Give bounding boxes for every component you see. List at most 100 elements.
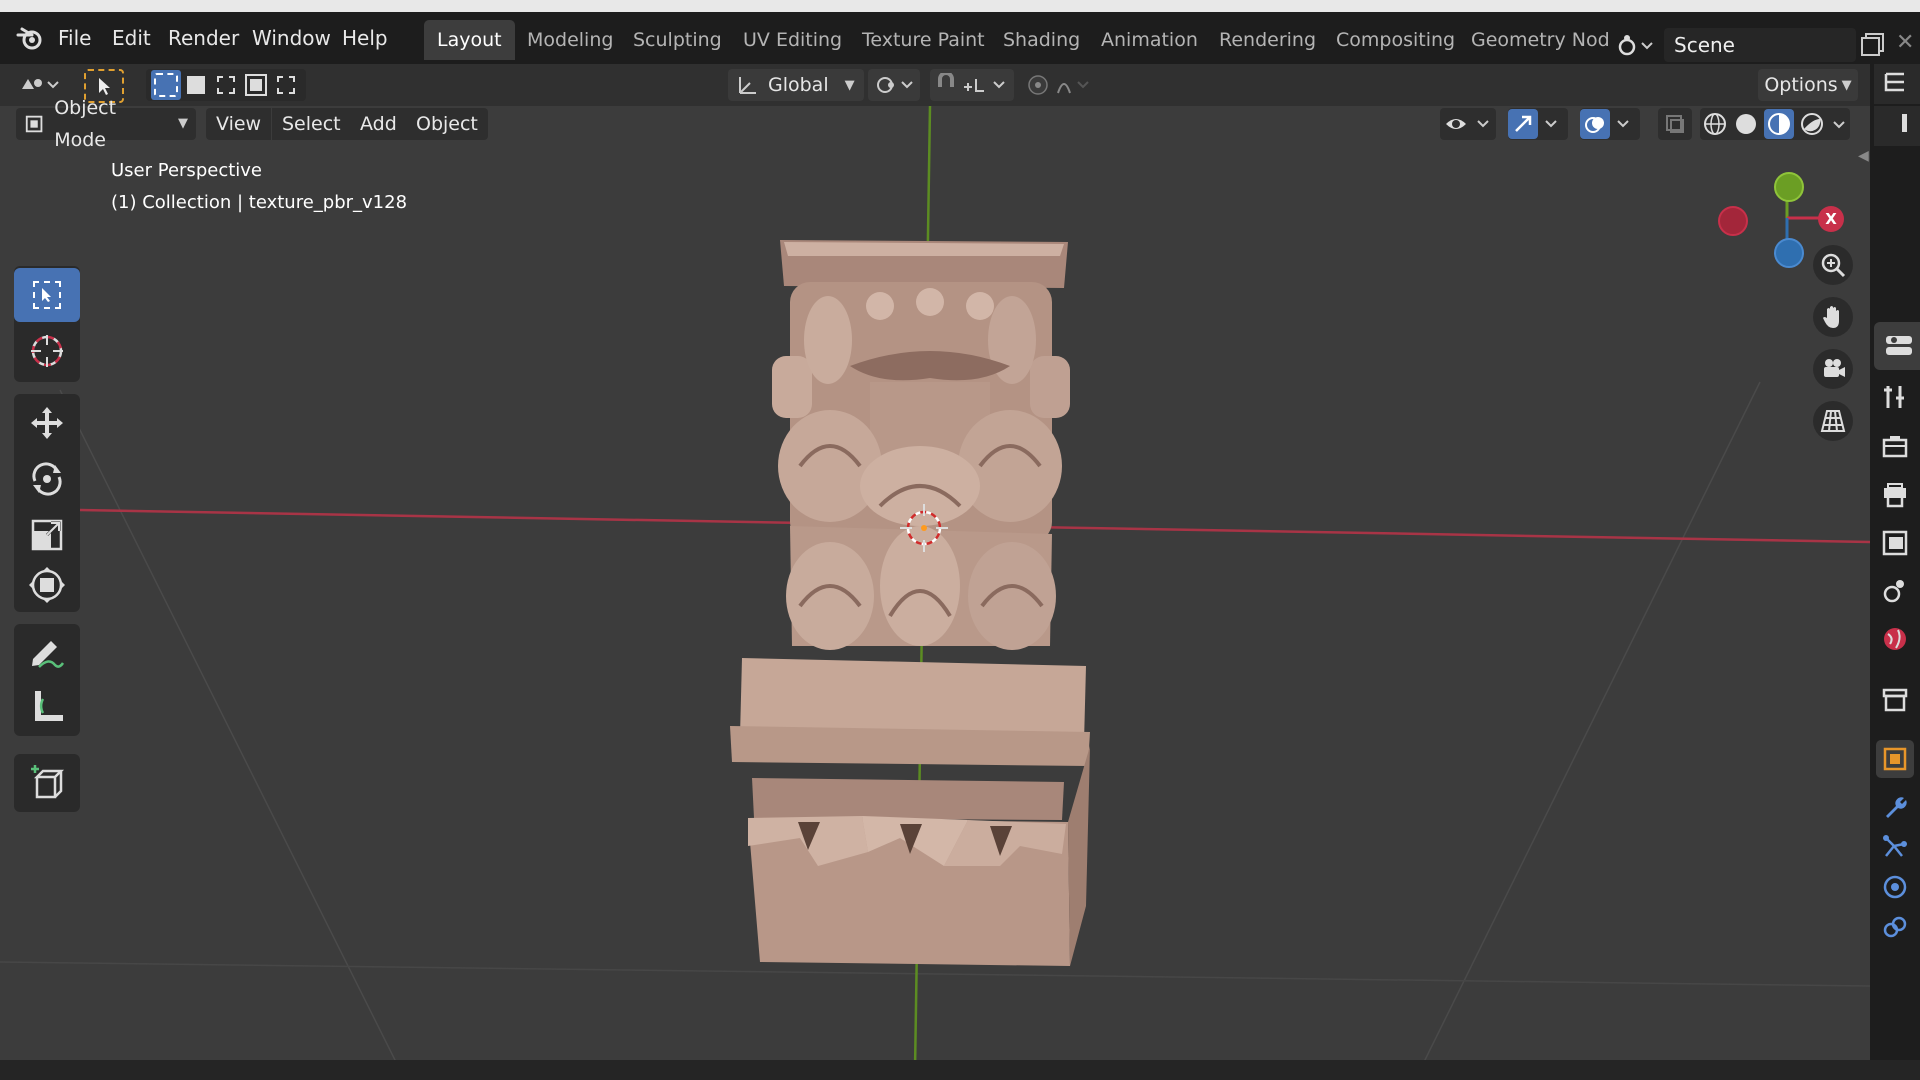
pan-hand-icon[interactable] — [1813, 297, 1853, 337]
constraints-link-icon — [1883, 916, 1907, 938]
tab-render[interactable] — [1876, 428, 1914, 466]
tab-object[interactable] — [1876, 740, 1914, 778]
material-preview-shading-icon[interactable] — [1763, 109, 1794, 139]
select-extend-icon[interactable] — [181, 70, 211, 100]
viewport-header: Object Mode ▼ View Select Add Object — [0, 97, 1870, 151]
tab-world[interactable] — [1876, 620, 1914, 658]
object-mode-dropdown[interactable]: Object Mode ▼ — [16, 97, 196, 151]
options-dropdown[interactable]: Options ▼ — [1758, 69, 1858, 101]
gizmo-neg-x-axis-ball[interactable] — [1718, 206, 1748, 236]
tab-layout[interactable]: Layout — [424, 20, 515, 60]
3d-viewport[interactable]: User Perspective (1) Collection | textur… — [0, 106, 1870, 1070]
visibility-dropdown[interactable] — [1440, 108, 1496, 140]
gizmo-toggle-icon[interactable] — [1508, 109, 1538, 139]
select-box-icon — [33, 281, 61, 309]
selection-mode-group — [146, 69, 306, 101]
sidebar-toggle-icon[interactable]: ◀ — [1858, 148, 1869, 164]
overlays-icon[interactable] — [1580, 109, 1610, 139]
tool-transform[interactable] — [14, 558, 80, 612]
menu-add[interactable]: Add — [350, 108, 407, 140]
tool-select-box[interactable] — [14, 268, 80, 322]
scale-icon — [31, 519, 63, 551]
tab-compositing[interactable]: Compositing — [1323, 20, 1468, 60]
tab-view-layer[interactable] — [1876, 524, 1914, 562]
select-subtract-icon[interactable] — [211, 70, 241, 100]
gizmo-toggle-group[interactable] — [1508, 108, 1568, 140]
menu-select[interactable]: Select — [272, 108, 351, 140]
xray-toggle[interactable] — [1658, 108, 1692, 140]
select-intersect-icon[interactable] — [271, 70, 301, 100]
tab-uv-editing[interactable]: UV Editing — [730, 20, 855, 60]
tool-scale[interactable] — [14, 508, 80, 562]
tool-move[interactable] — [14, 396, 80, 450]
add-cube-icon — [31, 765, 65, 799]
menu-file[interactable]: File — [48, 20, 101, 56]
tab-modeling[interactable]: Modeling — [514, 20, 626, 60]
transform-orientation-dropdown[interactable]: Global ▼ — [728, 69, 864, 101]
pivot-icon — [877, 77, 913, 93]
delete-scene-icon[interactable]: ✕ — [1896, 30, 1914, 55]
physics-orbit-icon — [1883, 875, 1907, 899]
tool-rotate[interactable] — [14, 452, 80, 506]
object-mode-icon — [25, 115, 43, 133]
menu-object[interactable]: Object — [406, 108, 488, 140]
outliner-filter-icon[interactable] — [1874, 106, 1914, 146]
chevron-down-icon[interactable] — [1830, 111, 1848, 137]
status-bar — [0, 1060, 1920, 1080]
tool-wrench-icon — [1884, 386, 1904, 408]
gizmo-x-axis-ball[interactable]: X — [1818, 206, 1844, 232]
tab-geometry-nodes[interactable]: Geometry Nod — [1458, 20, 1623, 60]
proportional-editing-group[interactable] — [1024, 69, 1108, 101]
menu-help[interactable]: Help — [332, 20, 398, 56]
tab-tool-settings[interactable] — [1874, 322, 1920, 370]
tab-texture-paint[interactable]: Texture Paint — [849, 20, 998, 60]
collection-info-label: (1) Collection | texture_pbr_v128 — [111, 192, 408, 213]
tab-shading[interactable]: Shading — [990, 20, 1093, 60]
ortho-grid-icon[interactable] — [1813, 401, 1853, 441]
tab-constraints[interactable] — [1876, 908, 1914, 946]
tool-measure[interactable] — [14, 680, 80, 734]
select-invert-icon[interactable] — [241, 70, 271, 100]
outliner-edge-lower — [1874, 106, 1920, 146]
modifier-wrench-icon — [1886, 797, 1907, 818]
tab-rendering[interactable]: Rendering — [1206, 20, 1329, 60]
snapping-group[interactable] — [930, 69, 1014, 101]
overlay-toggle-group[interactable] — [1580, 108, 1640, 140]
gizmo-y-axis-ball[interactable] — [1774, 172, 1804, 202]
tool-annotate[interactable] — [14, 626, 80, 680]
camera-view-icon[interactable] — [1813, 349, 1853, 389]
tab-animation[interactable]: Animation — [1088, 20, 1211, 60]
tab-physics[interactable] — [1876, 868, 1914, 906]
tab-output[interactable] — [1876, 476, 1914, 514]
tab-modifiers[interactable] — [1876, 788, 1914, 826]
tab-sculpting[interactable]: Sculpting — [620, 20, 735, 60]
tab-scene[interactable] — [1876, 572, 1914, 610]
rendered-shading-icon[interactable] — [1799, 111, 1825, 137]
corbel-object[interactable] — [730, 240, 1090, 966]
blender-logo-icon[interactable] — [14, 22, 46, 54]
pivot-point-dropdown[interactable] — [868, 69, 920, 101]
new-scene-icon[interactable] — [1860, 32, 1888, 60]
gizmo-z-axis-ball[interactable] — [1774, 238, 1804, 268]
scene-selector-button[interactable] — [1612, 28, 1660, 62]
zoom-icon[interactable] — [1813, 245, 1853, 285]
menu-edit[interactable]: Edit — [102, 20, 161, 56]
annotate-pencil-icon — [32, 641, 65, 668]
chevron-down-icon — [1545, 120, 1557, 128]
scene-name-field[interactable]: Scene — [1664, 28, 1856, 62]
solid-shading-icon[interactable] — [1733, 111, 1759, 137]
wireframe-shading-icon[interactable] — [1702, 111, 1728, 137]
menu-window[interactable]: Window — [242, 20, 341, 56]
tool-add-cube[interactable] — [14, 756, 80, 810]
menu-render[interactable]: Render — [158, 20, 249, 56]
snap-magnet-icon — [938, 73, 1005, 92]
view-name-label: User Perspective — [111, 160, 262, 181]
tool-settings-icon — [1886, 336, 1912, 355]
tab-particles[interactable] — [1876, 828, 1914, 866]
outliner-icon[interactable] — [1874, 64, 1914, 104]
chevron-down-icon: ▼ — [844, 77, 855, 93]
tab-tool[interactable] — [1876, 378, 1914, 416]
tab-collection[interactable] — [1876, 680, 1914, 718]
menu-view[interactable]: View — [206, 108, 272, 140]
tool-cursor[interactable] — [14, 324, 80, 378]
